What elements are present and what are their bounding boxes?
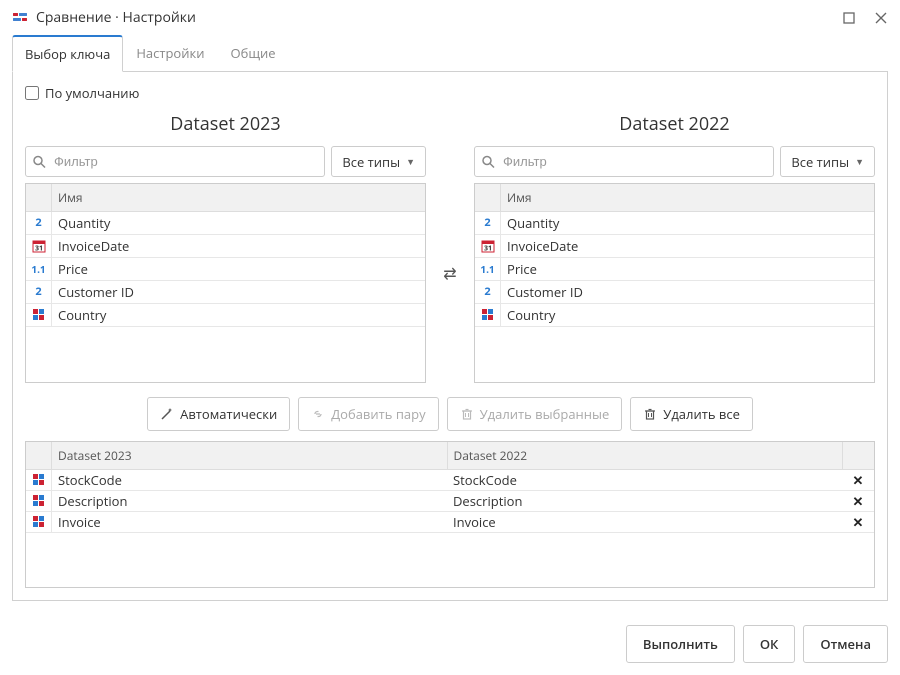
int-type-icon: 2 xyxy=(481,215,494,231)
default-checkbox-label: По умолчанию xyxy=(45,84,139,102)
string-type-icon xyxy=(33,309,45,321)
search-icon xyxy=(482,155,495,168)
title-bar: Сравнение · Настройки xyxy=(0,0,900,35)
delete-row-icon[interactable]: ✕ xyxy=(842,470,874,490)
tabs: Выбор ключа Настройки Общие xyxy=(0,35,900,71)
search-icon xyxy=(33,155,46,168)
pairs-delete-header xyxy=(842,442,874,469)
delete-row-icon[interactable]: ✕ xyxy=(842,491,874,511)
right-panel: Dataset 2022 Все типы ▼ xyxy=(474,112,875,383)
tab-settings[interactable]: Настройки xyxy=(123,35,217,71)
wand-icon xyxy=(160,407,174,421)
left-filter-input[interactable] xyxy=(25,146,325,177)
table-row[interactable]: Description Description ✕ xyxy=(26,491,874,512)
string-type-icon xyxy=(482,309,494,321)
chevron-down-icon: ▼ xyxy=(855,155,864,168)
delete-selected-button: Удалить выбранные xyxy=(447,397,623,431)
list-item[interactable]: Country xyxy=(26,304,425,327)
svg-text:31: 31 xyxy=(483,245,491,254)
list-item[interactable]: 31 InvoiceDate xyxy=(475,235,874,258)
pairs-icon-header xyxy=(26,442,52,469)
left-panel: Dataset 2023 Все типы ▼ xyxy=(25,112,426,383)
left-grid-name-header: Имя xyxy=(52,184,425,211)
maximize-icon[interactable] xyxy=(842,11,856,25)
default-checkbox[interactable] xyxy=(25,86,39,100)
auto-button[interactable]: Автоматически xyxy=(147,397,290,431)
trash-icon xyxy=(643,407,657,421)
svg-text:31: 31 xyxy=(34,245,42,254)
delete-row-icon[interactable]: ✕ xyxy=(842,512,874,532)
app-icon xyxy=(12,10,28,26)
link-icon xyxy=(311,407,325,421)
close-icon[interactable] xyxy=(874,11,888,25)
list-item[interactable]: 1.1 Price xyxy=(26,258,425,281)
list-item[interactable]: 2 Quantity xyxy=(26,212,425,235)
string-type-icon xyxy=(33,474,45,486)
swap-icon[interactable]: ⇄ xyxy=(443,262,456,284)
list-item[interactable]: Country xyxy=(475,304,874,327)
float-type-icon: 1.1 xyxy=(31,261,45,277)
pairs-header-a: Dataset 2023 xyxy=(52,442,448,469)
pairs-grid: Dataset 2023 Dataset 2022 StockCode Stoc… xyxy=(25,441,875,588)
float-type-icon: 1.1 xyxy=(480,261,494,277)
table-row[interactable]: StockCode StockCode ✕ xyxy=(26,470,874,491)
right-grid: Имя 2 Quantity 31 xyxy=(474,183,875,383)
ok-button[interactable]: ОК xyxy=(743,625,796,663)
list-item[interactable]: 2 Customer ID xyxy=(26,281,425,304)
delete-all-button[interactable]: Удалить все xyxy=(630,397,753,431)
chevron-down-icon: ▼ xyxy=(406,155,415,168)
add-pair-button: Добавить пару xyxy=(298,397,438,431)
list-item[interactable]: 2 Quantity xyxy=(475,212,874,235)
date-type-icon: 31 xyxy=(481,238,495,254)
right-panel-title: Dataset 2022 xyxy=(474,112,875,136)
window-title: Сравнение · Настройки xyxy=(36,8,842,27)
int-type-icon: 2 xyxy=(32,284,45,300)
string-type-icon xyxy=(33,516,45,528)
right-grid-name-header: Имя xyxy=(501,184,874,211)
list-item[interactable]: 2 Customer ID xyxy=(475,281,874,304)
int-type-icon: 2 xyxy=(32,215,45,231)
left-grid: Имя 2 Quantity 31 xyxy=(25,183,426,383)
tab-general[interactable]: Общие xyxy=(218,35,289,71)
run-button[interactable]: Выполнить xyxy=(626,625,735,663)
list-item[interactable]: 31 InvoiceDate xyxy=(26,235,425,258)
table-row[interactable]: Invoice Invoice ✕ xyxy=(26,512,874,533)
right-type-select[interactable]: Все типы ▼ xyxy=(780,146,875,177)
cancel-button[interactable]: Отмена xyxy=(803,625,888,663)
right-filter-input[interactable] xyxy=(474,146,774,177)
trash-icon xyxy=(460,407,474,421)
tab-choose-key[interactable]: Выбор ключа xyxy=(12,35,123,72)
right-grid-icon-header xyxy=(475,184,501,211)
list-item[interactable]: 1.1 Price xyxy=(475,258,874,281)
date-type-icon: 31 xyxy=(32,238,46,254)
left-grid-icon-header xyxy=(26,184,52,211)
left-type-select[interactable]: Все типы ▼ xyxy=(331,146,426,177)
int-type-icon: 2 xyxy=(481,284,494,300)
pairs-header-b: Dataset 2022 xyxy=(448,442,843,469)
left-panel-title: Dataset 2023 xyxy=(25,112,426,136)
string-type-icon xyxy=(33,495,45,507)
